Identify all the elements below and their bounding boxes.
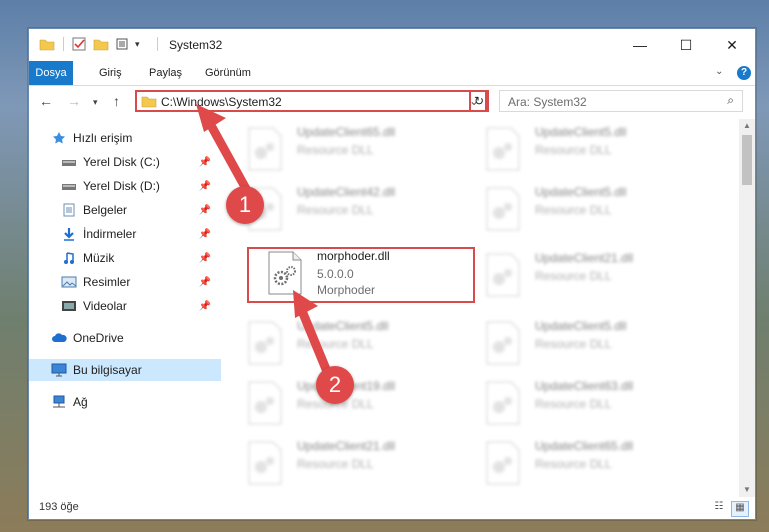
callout-badge-1: 1 — [226, 186, 264, 224]
callout-badge-2: 2 — [316, 366, 354, 404]
callout-arrows — [196, 104, 333, 379]
